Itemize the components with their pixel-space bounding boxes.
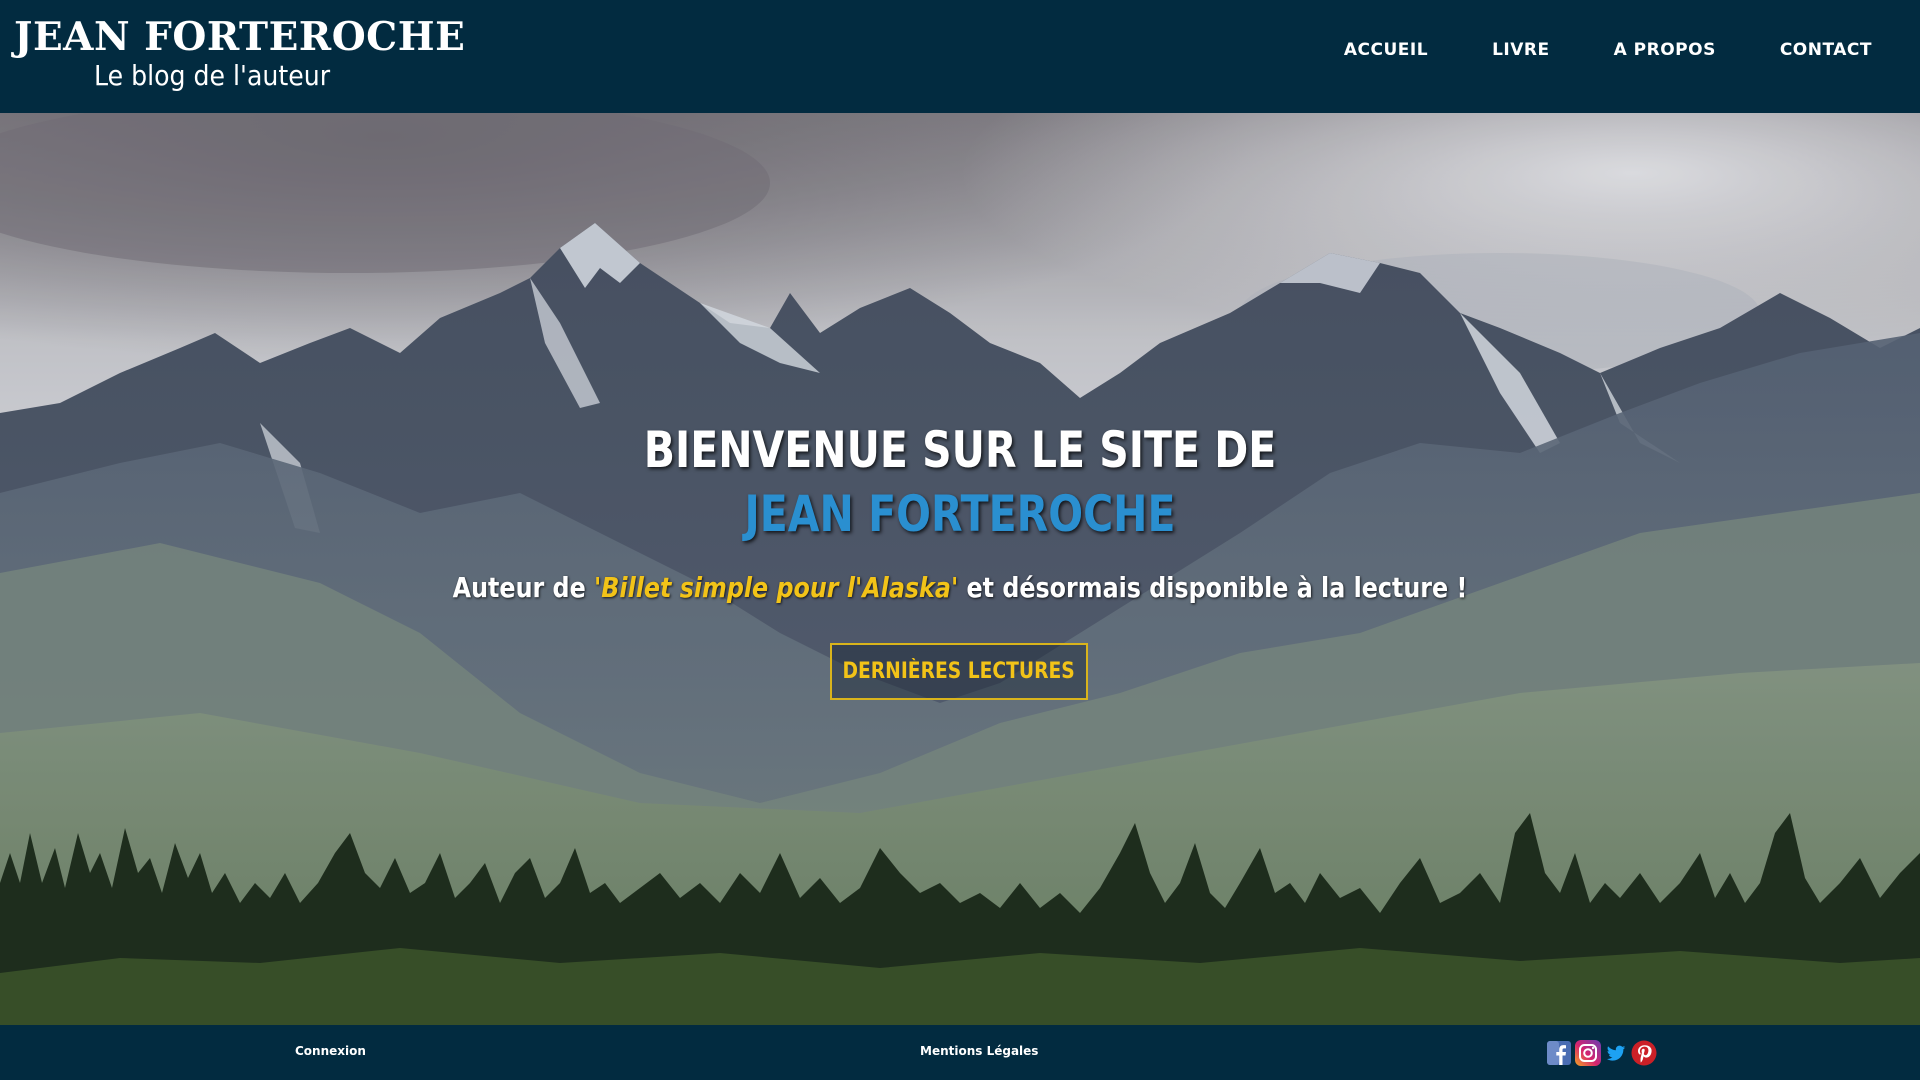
instagram-icon[interactable] [1575, 1040, 1601, 1066]
latest-readings-label: DERNIÈRES LECTURES [842, 659, 1076, 684]
hero-subtitle-suffix: et désormais disponible à la lecture ! [966, 571, 1468, 604]
hero-title: BIENVENUE SUR LE SITE DE JEAN FORTEROCHE [632, 418, 1288, 546]
hero-subtitle: Auteur de 'Billet simple pour l'Alaska' … [450, 571, 1470, 604]
brand-title: JEAN FORTEROCHE [14, 14, 466, 60]
brand-subtitle: Le blog de l'auteur [94, 59, 331, 92]
site-footer: Connexion Mentions Légales [0, 1025, 1920, 1080]
hero-subtitle-prefix: Auteur de [452, 571, 586, 604]
hero-title-author: JEAN FORTEROCHE [744, 485, 1176, 543]
twitter-icon[interactable] [1605, 1042, 1627, 1064]
mountain-background-image [0, 113, 1920, 1025]
latest-readings-button[interactable]: DERNIÈRES LECTURES [830, 643, 1088, 700]
login-link[interactable]: Connexion [295, 1044, 366, 1058]
legal-notice-link[interactable]: Mentions Légales [920, 1044, 1038, 1058]
nav-link-contact[interactable]: CONTACT [1780, 40, 1872, 60]
facebook-icon[interactable] [1547, 1041, 1571, 1065]
hero-section: BIENVENUE SUR LE SITE DE JEAN FORTEROCHE… [0, 113, 1920, 1025]
site-header: JEAN FORTEROCHE Le blog de l'auteur ACCU… [0, 0, 1920, 113]
nav-link-a-propos[interactable]: A PROPOS [1614, 40, 1716, 60]
book-title: 'Billet simple pour l'Alaska' [594, 571, 959, 604]
site-logo[interactable]: JEAN FORTEROCHE Le blog de l'auteur [14, 14, 465, 92]
hero-title-prefix: BIENVENUE SUR LE SITE DE [643, 421, 1277, 479]
pinterest-icon[interactable] [1631, 1040, 1657, 1066]
nav-link-accueil[interactable]: ACCUEIL [1344, 40, 1428, 60]
social-links [1547, 1040, 1657, 1066]
nav-link-livre[interactable]: LIVRE [1492, 40, 1550, 60]
main-nav: ACCUEIL LIVRE A PROPOS CONTACT [1344, 40, 1872, 60]
